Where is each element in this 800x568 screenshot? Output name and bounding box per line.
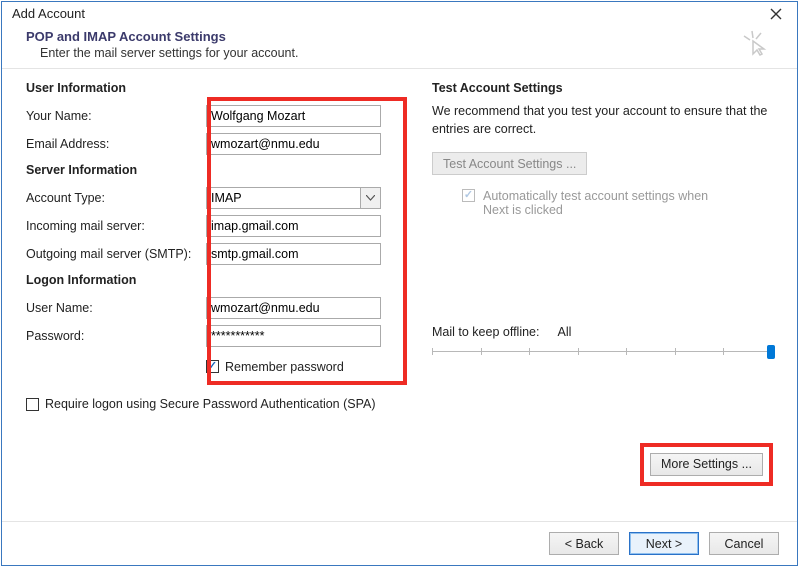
cursor-icon	[741, 29, 769, 60]
titlebar: Add Account	[2, 2, 797, 23]
select-account-type[interactable]	[206, 187, 381, 209]
value-mail-offline: All	[557, 325, 571, 339]
label-email: Email Address:	[26, 137, 206, 151]
checkbox-spa[interactable]: Require logon using Secure Password Auth…	[26, 397, 376, 411]
label-mail-offline: Mail to keep offline:	[432, 325, 539, 339]
dialog-footer: < Back Next > Cancel	[2, 521, 797, 565]
next-button[interactable]: Next >	[629, 532, 699, 555]
test-description: We recommend that you test your account …	[432, 103, 773, 138]
chevron-down-icon[interactable]	[360, 187, 381, 209]
window-title: Add Account	[12, 6, 85, 21]
dialog-header: POP and IMAP Account Settings Enter the …	[2, 23, 797, 64]
label-remember: Remember password	[225, 360, 344, 374]
close-button[interactable]	[763, 8, 789, 20]
section-test-settings: Test Account Settings	[432, 81, 773, 95]
section-logon-info: Logon Information	[26, 273, 406, 287]
add-account-dialog: Add Account POP and IMAP Account Setting…	[1, 1, 798, 566]
label-password: Password:	[26, 329, 206, 343]
label-auto-test: Automatically test account settings when…	[483, 189, 733, 217]
section-user-info: User Information	[26, 81, 406, 95]
label-account-type: Account Type:	[26, 191, 206, 205]
cancel-button[interactable]: Cancel	[709, 532, 779, 555]
header-title: POP and IMAP Account Settings	[26, 29, 298, 44]
slider-thumb[interactable]	[767, 345, 775, 359]
input-incoming[interactable]	[206, 215, 381, 237]
section-server-info: Server Information	[26, 163, 406, 177]
input-username[interactable]	[206, 297, 381, 319]
close-icon	[770, 8, 782, 20]
back-button[interactable]: < Back	[549, 532, 619, 555]
checkbox-remember-password[interactable]: Remember password	[206, 360, 344, 374]
left-panel: User Information Your Name: Email Addres…	[26, 81, 406, 414]
checkbox-auto-test: Automatically test account settings when…	[462, 189, 773, 217]
input-password[interactable]	[206, 325, 381, 347]
header-subtitle: Enter the mail server settings for your …	[40, 46, 298, 60]
label-username: User Name:	[26, 301, 206, 315]
input-email[interactable]	[206, 133, 381, 155]
label-your-name: Your Name:	[26, 109, 206, 123]
test-account-button[interactable]: Test Account Settings ...	[432, 152, 587, 175]
check-icon	[462, 189, 475, 202]
check-icon	[206, 360, 219, 373]
label-spa: Require logon using Secure Password Auth…	[45, 397, 376, 411]
label-outgoing: Outgoing mail server (SMTP):	[26, 247, 206, 261]
label-incoming: Incoming mail server:	[26, 219, 206, 233]
select-account-type-value[interactable]	[206, 187, 360, 209]
input-outgoing[interactable]	[206, 243, 381, 265]
input-your-name[interactable]	[206, 105, 381, 127]
slider-mail-offline[interactable]	[432, 343, 773, 361]
right-panel: Test Account Settings We recommend that …	[432, 81, 773, 414]
highlight-box-more: More Settings ...	[640, 443, 773, 486]
more-settings-button[interactable]: More Settings ...	[650, 453, 763, 476]
checkbox-icon	[26, 398, 39, 411]
